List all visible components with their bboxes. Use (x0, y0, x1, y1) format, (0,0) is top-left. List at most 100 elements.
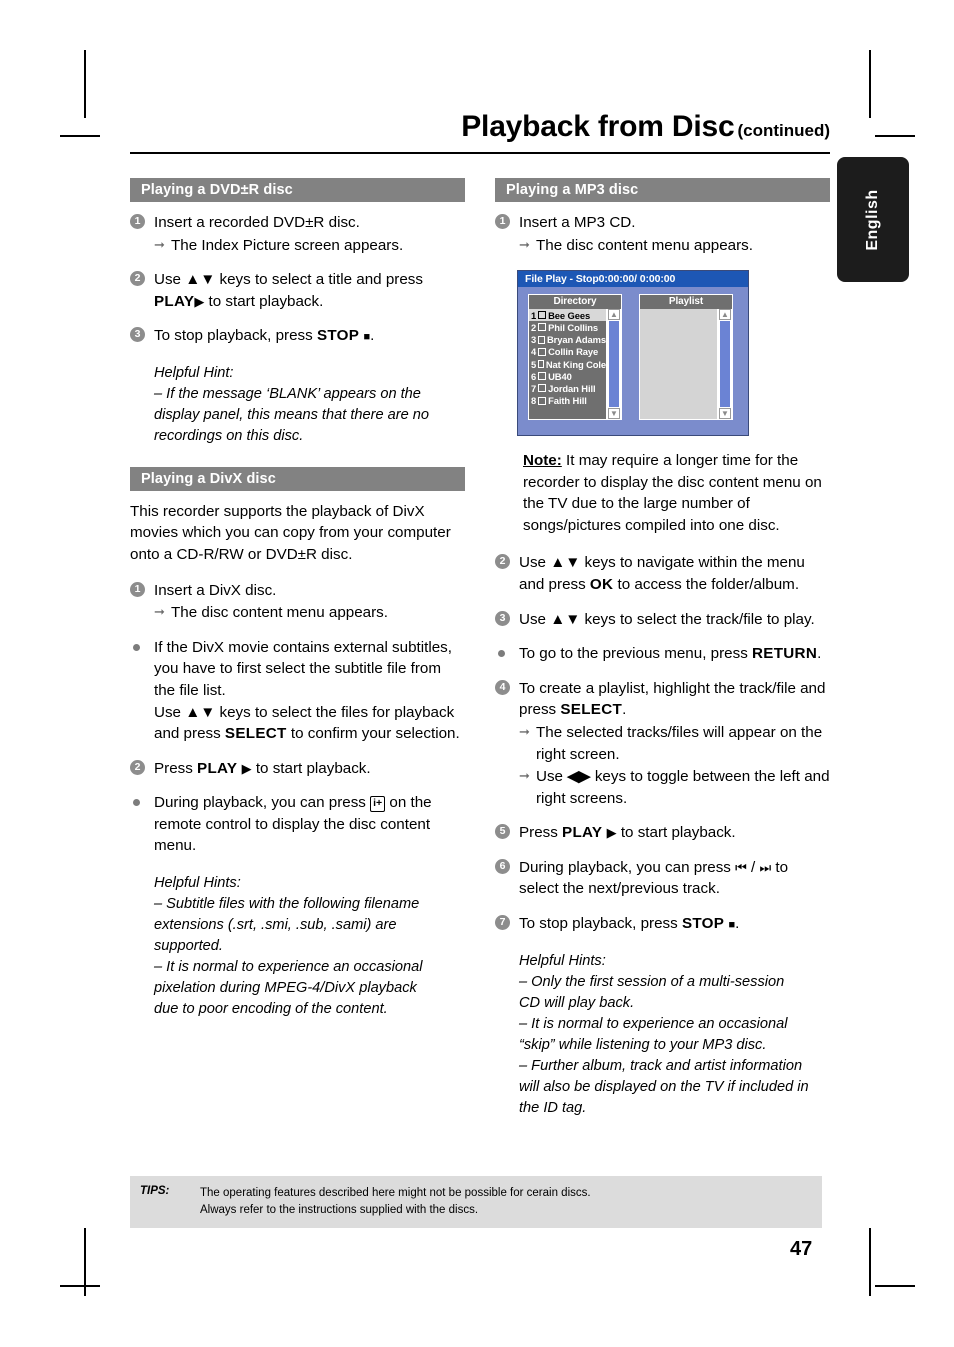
scrollbar-thumb[interactable] (720, 321, 730, 408)
scroll-down-icon[interactable]: ▼ (608, 408, 620, 420)
bullet-divx-info: During playback, you can press i+ on the… (130, 792, 465, 857)
divx-intro-text: This recorder supports the playback of D… (130, 502, 451, 564)
section-header-dvdr: Playing a DVD±R disc (130, 178, 465, 202)
step-mp3-4: 4 To create a playlist, highlight the tr… (495, 678, 830, 809)
checkbox-icon[interactable] (538, 347, 547, 356)
bullet-body: During playback, you can press i+ on the… (154, 792, 465, 857)
list-item[interactable]: 4 Collin Raye (529, 346, 606, 358)
checkbox-icon[interactable] (538, 323, 547, 332)
list-item[interactable]: 1 Bee Gees (529, 309, 606, 322)
bullet-text-a: To go to the previous menu, press (519, 645, 753, 663)
disc-content-menu-screenshot: File Play - Stop0:00:00/ 0:00:00 Directo… (517, 270, 749, 437)
helpful-hint-dvdr: Helpful Hint: – If the message ‘BLANK’ a… (130, 363, 465, 447)
key-label-play: PLAY (197, 759, 238, 777)
list-item[interactable]: 8 Faith Hill (529, 394, 606, 406)
checkbox-icon[interactable] (538, 335, 545, 344)
arrow-right-icon: ➞ (519, 768, 530, 784)
substep-text: The Index Picture screen appears. (171, 236, 404, 254)
step-body: Use ▲▼ keys to select a title and press … (154, 269, 465, 312)
scroll-up-icon[interactable]: ▲ (719, 309, 731, 321)
right-column: Playing a MP3 disc 1 Insert a MP3 CD. ➞ … (495, 178, 830, 1133)
tips-line-1: The operating features described here mi… (200, 1187, 591, 1199)
step-dvdr-2: 2 Use ▲▼ keys to select a title and pres… (130, 269, 465, 312)
step-marker: 5 (495, 822, 519, 840)
note-label: Note: (523, 452, 562, 470)
bullet-mp3-return: To go to the previous menu, press RETURN… (495, 643, 830, 665)
step-body: During playback, you can press ⏮ / ⏭ to … (519, 857, 830, 900)
crop-mark-bottom-right-horizontal (875, 1285, 915, 1287)
note-mp3: Note: It may require a longer time for t… (495, 450, 830, 536)
directory-panel: Directory 1 Bee Gees 2 Phil Collins 3 Bryan… (528, 294, 622, 421)
step-text-a: Press (154, 759, 198, 777)
directory-list[interactable]: 1 Bee Gees 2 Phil Collins 3 Bryan Adams 4 Co… (529, 309, 606, 420)
step-text-a: During playback, you can press (519, 858, 736, 876)
step-marker: 4 (495, 678, 519, 695)
step-number: 3 (495, 610, 510, 626)
hint-line: – It is normal to experience an occasion… (154, 958, 423, 975)
arrow-right-icon: ➞ (519, 236, 530, 252)
playlist-list[interactable] (640, 309, 717, 420)
playlist-panel-body: ▲ ▼ (640, 309, 732, 420)
crop-mark-top-left-horizontal (60, 135, 100, 137)
bullet-text-a: During playback, you can press (154, 794, 371, 812)
hint-line: recordings on this disc. (154, 427, 304, 444)
list-item-index: 6 (531, 370, 537, 382)
step-marker: 7 (495, 913, 519, 930)
step-body: Use ▲▼ keys to select the track/file to … (519, 610, 815, 628)
step-substep: ➞ Use ◀▶ keys to toggle between the left… (519, 766, 830, 809)
hint-line: the ID tag. (519, 1099, 587, 1116)
hint-line: supported. (154, 937, 223, 954)
hint-line: – Subtitle files with the following file… (154, 895, 420, 912)
checkbox-icon[interactable] (538, 360, 544, 368)
play-icon: ▶ (606, 825, 617, 841)
substep-text: The disc content menu appears. (536, 236, 753, 254)
page-number: 47 (790, 1238, 813, 1260)
helpful-hints-divx: Helpful Hints: – Subtitle files with the… (130, 873, 465, 1020)
step-text-b: to start playback. (204, 292, 324, 310)
directory-scrollbar[interactable]: ▲ ▼ (606, 309, 621, 420)
checkbox-icon[interactable] (538, 311, 547, 320)
list-item[interactable]: 7 Jordan Hill (529, 382, 606, 394)
crop-mark-top-right-vertical (869, 50, 871, 118)
step-number: 2 (130, 271, 145, 287)
hint-line: – It is normal to experience an occasion… (519, 1015, 788, 1032)
step-divx-2: 2 Press PLAY ▶ to start playback. (130, 758, 465, 780)
hint-line: CD will play back. (519, 994, 635, 1011)
checkbox-icon[interactable] (538, 384, 547, 393)
scrollbar-thumb[interactable] (609, 321, 619, 408)
step-body: Insert a MP3 CD. ➞ The disc content menu… (519, 212, 830, 256)
step-body: Use ▲▼ keys to navigate within the menu … (519, 552, 830, 595)
list-item[interactable]: 3 Bryan Adams (529, 334, 606, 346)
playlist-scrollbar[interactable]: ▲ ▼ (717, 309, 732, 420)
scroll-down-icon[interactable]: ▼ (719, 408, 731, 420)
step-mp3-2: 2 Use ▲▼ keys to navigate within the men… (495, 552, 830, 595)
list-item[interactable]: 6 UB40 (529, 370, 606, 382)
page-content: Playback from Disc (continued) Playing a … (130, 110, 830, 1250)
list-item-label: Bryan Adams (547, 334, 606, 346)
play-icon: ▶ (194, 293, 205, 309)
hint-line: extensions (.srt, .smi, .sub, .sami) are (154, 916, 397, 933)
hint-line: pixelation during MPEG-4/DivX playback (154, 979, 417, 996)
checkbox-icon[interactable] (538, 396, 547, 405)
list-item[interactable]: 2 Phil Collins (529, 321, 606, 333)
bullet-text-b: to confirm your selection. (286, 725, 460, 743)
arrow-right-icon: ➞ (154, 604, 165, 620)
list-item-index: 2 (531, 321, 537, 333)
scroll-up-icon[interactable]: ▲ (608, 309, 620, 321)
next-track-icon: ⏭ (759, 859, 772, 875)
hint-line: – If the message ‘BLANK’ appears on the (154, 385, 421, 402)
section-header-mp3: Playing a MP3 disc (495, 178, 830, 202)
crop-mark-top-left-vertical (84, 50, 86, 118)
bullet-marker (130, 792, 154, 807)
list-item-label: Nat King Cole (545, 358, 606, 370)
step-text: Insert a DivX disc. (154, 581, 277, 599)
hint-line: – Further album, track and artist inform… (519, 1057, 803, 1074)
step-body: Press PLAY ▶ to start playback. (154, 758, 465, 780)
step-body: Insert a recorded DVD±R disc. ➞ The Inde… (154, 212, 465, 256)
list-item-index: 7 (531, 382, 537, 394)
step-number: 6 (495, 858, 510, 874)
list-item[interactable]: 5 Nat King Cole (529, 358, 606, 370)
info-plus-icon: i+ (370, 795, 386, 812)
checkbox-icon[interactable] (538, 372, 547, 381)
step-text: Insert a MP3 CD. (519, 214, 636, 231)
